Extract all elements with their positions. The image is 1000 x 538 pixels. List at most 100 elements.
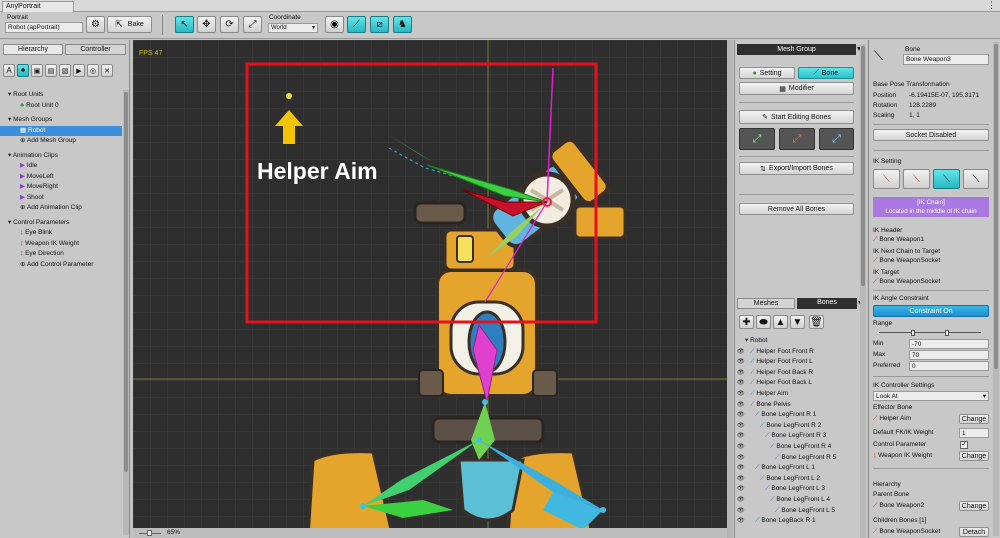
rotate-tool-button[interactable]: ⟳: [220, 16, 239, 33]
filter-meshgroup-button[interactable]: ▧: [59, 64, 71, 77]
bone-tree-item[interactable]: 👁 ⟋ Bone LegFront R 3: [737, 431, 859, 442]
eye-icon[interactable]: 👁: [737, 347, 745, 358]
min-field[interactable]: -70: [909, 339, 989, 349]
remove-all-bones-button[interactable]: Remove All Bones: [739, 203, 854, 215]
start-editing-button[interactable]: ✎ Start Editing Bones: [739, 110, 854, 124]
right-scrollbar-thumb[interactable]: [994, 44, 998, 369]
filter-animation-button[interactable]: ▶: [73, 64, 85, 77]
settings-button[interactable]: ⚙: [86, 16, 105, 33]
bone-tree-item[interactable]: 👁 ⟋ Bone LegFront L 5: [737, 506, 859, 517]
window-menu-icon[interactable]: ⋮: [987, 0, 996, 11]
socket-button[interactable]: Socket Disabled: [873, 129, 989, 141]
change-effector-button[interactable]: Change: [959, 414, 989, 424]
mesh-visible-button[interactable]: ⧄: [370, 16, 389, 33]
tree-header-mesh-groups[interactable]: ▾ Mesh Groups: [0, 115, 122, 126]
bone-name-field[interactable]: Bone Weapon3: [903, 54, 989, 65]
bone-tree-item[interactable]: 👁 ⟋ Helper Aim: [737, 389, 859, 400]
filter-text-button[interactable]: A: [3, 64, 15, 77]
bone-tab-button[interactable]: ⟋ Bone: [798, 67, 854, 79]
mid-scrollbar[interactable]: [860, 44, 866, 538]
filter-image-button[interactable]: ▣: [31, 64, 43, 77]
right-scrollbar[interactable]: [993, 42, 999, 536]
preferred-field[interactable]: 0: [909, 361, 989, 371]
move-up-tool[interactable]: ▲: [773, 315, 788, 329]
eye-icon[interactable]: 👁: [737, 516, 745, 527]
eye-icon[interactable]: 👁: [737, 463, 745, 474]
bone-tree-item[interactable]: 👁 ⟋ Bone LegFront R 1: [737, 410, 859, 421]
ik-head-button[interactable]: ⟍: [903, 169, 930, 189]
left-scrollbar-thumb[interactable]: [124, 92, 128, 472]
eye-icon[interactable]: 👁: [737, 506, 745, 517]
scale-tool-button[interactable]: ⤢: [243, 16, 262, 33]
eye-icon[interactable]: 👁: [737, 431, 745, 442]
eye-icon[interactable]: 👁: [737, 442, 745, 453]
eye-icon[interactable]: 👁: [737, 421, 745, 432]
filter-mesh-button[interactable]: ▤: [45, 64, 57, 77]
change-parent-button[interactable]: Change: [959, 501, 989, 511]
bone-tree-item[interactable]: 👁 ⟋ Bone Pelvis: [737, 400, 859, 411]
detach-button[interactable]: Detach: [959, 527, 989, 537]
list-item[interactable]: ↨ Eye Blink: [0, 228, 122, 239]
bone-tree-item[interactable]: 👁 ⟋ Bone LegFront R 2: [737, 421, 859, 432]
eye-icon[interactable]: 👁: [737, 474, 745, 485]
bone-tree-item[interactable]: 👁 ⟋ Helper Foot Front R: [737, 347, 859, 358]
bone-tree-item[interactable]: 👁 ⟋ Helper Foot Back R: [737, 368, 859, 379]
onion-skin-button[interactable]: ◉: [325, 16, 344, 33]
constraint-button[interactable]: Constraint On: [873, 305, 989, 317]
select-bone-button[interactable]: ⤢: [819, 128, 854, 150]
bone-tree-item[interactable]: ▾ Robot: [737, 336, 859, 347]
tree-header-root-units[interactable]: ▾ Root Units: [0, 90, 122, 101]
eye-icon[interactable]: 👁: [737, 389, 745, 400]
viewport[interactable]: FPS 47 Helper Aim 65%: [133, 40, 727, 538]
modifier-button[interactable]: ▦ Modifier: [739, 82, 854, 95]
add-bone-button[interactable]: ⤢: [739, 128, 775, 150]
move-tool-button[interactable]: ✥: [197, 16, 216, 33]
list-item[interactable]: ⊕ Add Control Parameter: [0, 260, 122, 271]
select-tool-button[interactable]: ↖: [175, 16, 194, 33]
eye-icon[interactable]: 👁: [737, 495, 745, 506]
eye-icon[interactable]: 👁: [737, 400, 745, 411]
bake-button[interactable]: ⇱ Bake: [107, 16, 152, 33]
delete-bone-tool[interactable]: 🗑: [809, 315, 824, 329]
ik-single-button[interactable]: ⟍: [963, 169, 989, 189]
list-item[interactable]: ↨ Eye Direction: [0, 249, 122, 260]
ik-disabled-button[interactable]: ⟍: [873, 169, 900, 189]
bone-tree-item[interactable]: 👁 ⟋ Bone LegBack R 1: [737, 516, 859, 527]
filter-root-button[interactable]: ♣: [17, 64, 29, 77]
bone-tree-item[interactable]: 👁 ⟋ Bone LegFront R 4: [737, 442, 859, 453]
tab-bones[interactable]: Bones: [797, 298, 857, 309]
coordinate-select[interactable]: World ▾: [268, 23, 318, 33]
bone-tree-item[interactable]: 👁 ⟋ Bone LegFront L 1: [737, 463, 859, 474]
list-item[interactable]: ⊕ Add Animation Clip: [0, 203, 122, 214]
list-item[interactable]: ⊕ Add Mesh Group: [0, 136, 122, 147]
list-item-selected[interactable]: ▦ Robot: [0, 125, 122, 136]
portrait-field[interactable]: Robot (apPortrait): [5, 22, 83, 33]
list-item[interactable]: ♣ Root Unit 0: [0, 101, 122, 112]
mid-scrollbar-thumb[interactable]: [861, 46, 865, 286]
ik-chain-button[interactable]: ⟍: [933, 169, 960, 189]
bone-tree-item[interactable]: 👁 ⟋ Helper Foot Back L: [737, 378, 859, 389]
tab-controller[interactable]: Controller: [65, 44, 126, 55]
tab-meshes[interactable]: Meshes: [737, 298, 795, 309]
window-tab[interactable]: AnyPortrait: [2, 1, 74, 12]
control-param-checkbox[interactable]: ✓: [960, 441, 968, 449]
eye-icon[interactable]: 👁: [737, 453, 745, 464]
left-scrollbar[interactable]: [123, 90, 129, 535]
add-bone-tool[interactable]: ✚: [739, 315, 754, 329]
look-at-select[interactable]: Look At ▾: [873, 391, 989, 401]
setting-button[interactable]: ● Setting: [739, 67, 795, 79]
bone-tree-item[interactable]: 👁 ⟋ Helper Foot Front L: [737, 357, 859, 368]
list-item[interactable]: ▶ MoveLeft: [0, 172, 122, 183]
eye-icon[interactable]: 👁: [737, 357, 745, 368]
tab-hierarchy[interactable]: Hierarchy: [3, 44, 63, 55]
physics-button[interactable]: ♞: [393, 16, 412, 33]
bone-tree-item[interactable]: 👁 ⟋ Bone LegFront L 3: [737, 484, 859, 495]
eye-icon[interactable]: 👁: [737, 410, 745, 421]
list-item[interactable]: ↨ Weapon IK Weight: [0, 239, 122, 250]
change-param-button[interactable]: Change: [959, 451, 989, 461]
list-item[interactable]: ▶ Shoot: [0, 193, 122, 204]
link-bone-button[interactable]: ⤢: [779, 128, 815, 150]
range-slider[interactable]: [879, 330, 981, 336]
bone-tree-item[interactable]: 👁 ⟋ Bone LegFront L 2: [737, 474, 859, 485]
bone-tree-item[interactable]: 👁 ⟋ Bone LegFront R 5: [737, 453, 859, 464]
